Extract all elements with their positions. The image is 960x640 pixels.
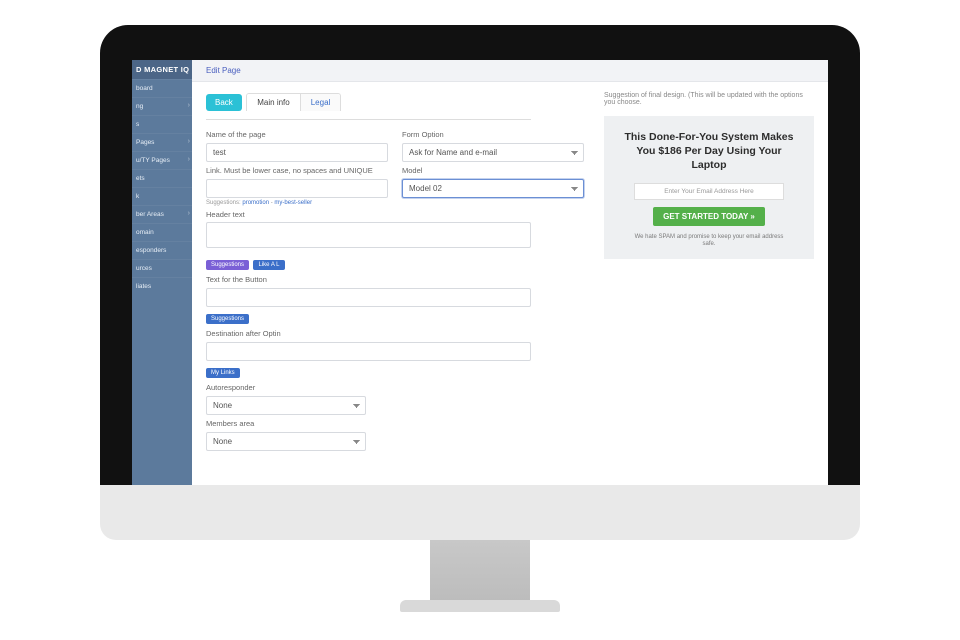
model-select[interactable]: Model 02 xyxy=(402,179,584,198)
sidebar-item-1[interactable]: ng xyxy=(132,97,192,115)
monitor-stand xyxy=(430,540,530,602)
monitor-frame: D MAGNET IQ boardngsPagesu/TY Pagesetskb… xyxy=(100,25,860,485)
sidebar-item-2[interactable]: s xyxy=(132,115,192,133)
preview-cta-button: GET STARTED TODAY » xyxy=(653,207,765,226)
sidebar-item-4[interactable]: u/TY Pages xyxy=(132,151,192,169)
sidebar-item-11[interactable]: liates xyxy=(132,277,192,295)
preview-headline: This Done-For-You System Makes You $186 … xyxy=(614,130,804,173)
model-label: Model xyxy=(402,166,584,175)
badge-suggestions[interactable]: Suggestions xyxy=(206,260,249,270)
sidebar: D MAGNET IQ boardngsPagesu/TY Pagesetskb… xyxy=(132,60,192,485)
suggestion-link-1[interactable]: promotion xyxy=(242,200,269,206)
back-button[interactable]: Back xyxy=(206,94,242,111)
header-text-label: Header text xyxy=(206,210,531,219)
monitor-base xyxy=(100,485,860,540)
members-select[interactable]: None xyxy=(206,432,366,451)
badge-mylinks[interactable]: My Links xyxy=(206,368,240,378)
form-column: Back Main info Legal Name of the page xyxy=(206,92,584,475)
link-suggestions: Suggestions: promotion - my-best-seller xyxy=(206,200,388,206)
sidebar-item-0[interactable]: board xyxy=(132,79,192,97)
dest-input[interactable] xyxy=(206,342,531,361)
preview-column: Suggestion of final design. (This will b… xyxy=(604,92,814,475)
header-text-input[interactable] xyxy=(206,222,531,248)
members-label: Members area xyxy=(206,419,366,428)
sidebar-item-5[interactable]: ets xyxy=(132,169,192,187)
tab-main-info[interactable]: Main info xyxy=(247,94,300,111)
brand-logo: D MAGNET IQ xyxy=(132,60,192,79)
preview-hint: Suggestion of final design. (This will b… xyxy=(604,92,814,106)
formopt-select[interactable]: Ask for Name and e-mail xyxy=(402,143,584,162)
button-text-input[interactable] xyxy=(206,288,531,307)
sidebar-item-6[interactable]: k xyxy=(132,187,192,205)
breadcrumb-text: Edit Page xyxy=(206,66,241,75)
sidebar-item-3[interactable]: Pages xyxy=(132,133,192,151)
autoresp-label: Autoresponder xyxy=(206,383,366,392)
sidebar-item-10[interactable]: urces xyxy=(132,259,192,277)
sidebar-item-9[interactable]: esponders xyxy=(132,241,192,259)
autoresp-select[interactable]: None xyxy=(206,396,366,415)
dest-label: Destination after Optin xyxy=(206,329,531,338)
name-input[interactable] xyxy=(206,143,388,162)
badge-suggestions-2[interactable]: Suggestions xyxy=(206,314,249,324)
main-area: Edit Page Back Main info Legal Name of t… xyxy=(192,60,828,485)
sidebar-item-8[interactable]: omain xyxy=(132,223,192,241)
monitor-foot xyxy=(400,600,560,612)
button-text-label: Text for the Button xyxy=(206,275,531,284)
formopt-label: Form Option xyxy=(402,130,584,139)
preview-spam-text: We hate SPAM and promise to keep your em… xyxy=(614,234,804,250)
breadcrumb: Edit Page xyxy=(192,60,828,82)
app-screen: D MAGNET IQ boardngsPagesu/TY Pagesetskb… xyxy=(132,60,828,485)
suggestion-link-2[interactable]: my-best-seller xyxy=(274,200,312,206)
tab-legal[interactable]: Legal xyxy=(301,94,341,111)
preview-card: This Done-For-You System Makes You $186 … xyxy=(604,116,814,259)
tabs: Main info Legal xyxy=(246,93,341,111)
preview-email-field: Enter Your Email Address Here xyxy=(634,183,784,200)
name-label: Name of the page xyxy=(206,130,388,139)
sidebar-item-7[interactable]: ber Areas xyxy=(132,205,192,223)
link-input[interactable] xyxy=(206,179,388,198)
link-label: Link. Must be lower case, no spaces and … xyxy=(206,166,388,175)
badge-likea[interactable]: Like A L xyxy=(253,260,284,270)
